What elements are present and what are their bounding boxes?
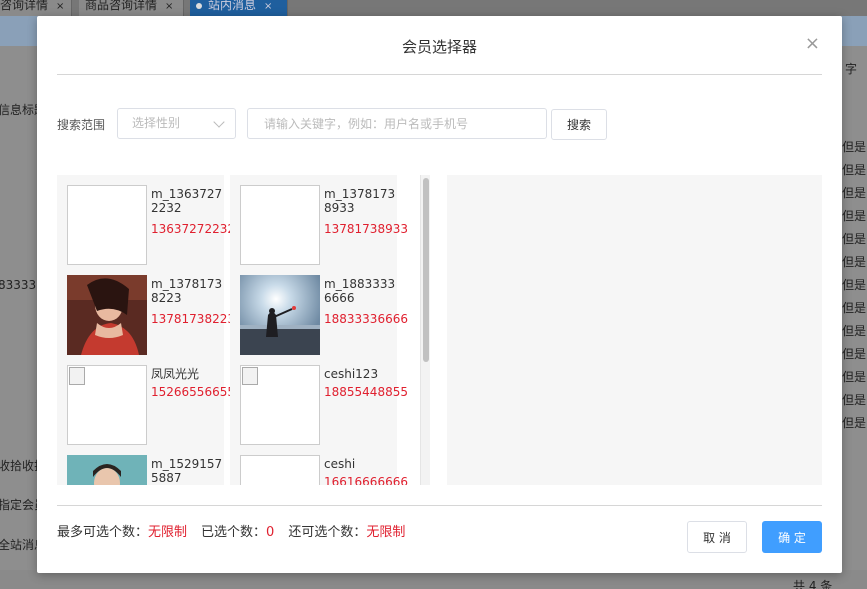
broken-image-icon	[240, 365, 320, 445]
member-phone: 13781738223	[151, 312, 235, 326]
remaining-count-label: 还可选个数：	[288, 525, 367, 540]
member-card[interactable]: 凤凤光光 15266556655	[57, 355, 235, 445]
chevron-down-icon	[213, 116, 225, 128]
member-name: ceshi123	[324, 367, 379, 381]
close-icon[interactable]: ×	[264, 1, 272, 12]
bg-cell: 但是	[842, 255, 867, 269]
bg-cell: 但是	[842, 232, 867, 246]
member-card[interactable]: ceshi 16616666666	[230, 445, 408, 485]
bg-cell: 但是	[842, 370, 867, 384]
bg-tab-consult-detail[interactable]: 咨询详情 ×	[0, 0, 72, 16]
selected-count-value: 0	[266, 525, 275, 540]
member-phone: 15266556655	[151, 385, 235, 399]
member-name: m_13781738223	[151, 277, 223, 305]
close-icon[interactable]: ×	[56, 1, 64, 12]
confirm-button[interactable]: 确 定	[762, 521, 822, 553]
member-phone: 13637272232	[151, 222, 235, 236]
gender-select[interactable]: 选择性别	[117, 108, 236, 139]
avatar	[67, 455, 147, 485]
member-phone: 16616666666	[324, 475, 408, 485]
member-card[interactable]: m_13637272232 13637272232	[57, 175, 235, 265]
member-card[interactable]: m_13781738933 13781738933	[230, 175, 408, 265]
divider	[57, 505, 822, 506]
member-name: m_15291575887	[151, 457, 223, 485]
member-name: m_13781738933	[324, 187, 396, 215]
close-icon[interactable]: ×	[165, 1, 173, 12]
bg-cell: 但是	[842, 278, 867, 292]
selected-count-label: 已选个数：	[201, 525, 267, 540]
member-name: m_13637272232	[151, 187, 223, 215]
active-dot-icon	[196, 2, 202, 9]
member-card[interactable]: m_13781738223 13781738223	[57, 265, 235, 355]
member-name: ceshi	[324, 457, 356, 471]
bg-cell: 但是	[842, 140, 867, 154]
bg-tab-label: 咨询详情	[0, 0, 49, 12]
keyword-search-input[interactable]	[247, 108, 547, 139]
background-tab-bar: 咨询详情 × 商品咨询详情 × 站内消息 ×	[0, 0, 867, 16]
close-icon[interactable]: ×	[805, 35, 820, 53]
bg-cell: 但是	[842, 301, 867, 315]
avatar-photo-woman	[67, 275, 147, 355]
avatar	[240, 275, 320, 355]
avatar	[240, 455, 320, 485]
scrollbar-thumb[interactable]	[423, 178, 429, 362]
selection-counts: 最多可选个数：无限制 已选个数：0 还可选个数：无限制	[57, 521, 405, 540]
bg-tab-goods-consult-detail[interactable]: 商品咨询详情 ×	[79, 0, 184, 16]
bg-total-count: 共 4 条	[793, 579, 833, 589]
bg-tab-label: 站内消息	[208, 0, 257, 12]
avatar	[67, 185, 147, 265]
dialog-title: 会员选择器	[401, 38, 477, 56]
search-button[interactable]: 搜索	[551, 109, 607, 140]
gender-select-placeholder: 选择性别	[132, 116, 181, 130]
bg-search-hint: 字	[845, 62, 858, 76]
bg-cell: 但是	[842, 416, 867, 430]
bg-tab-label: 商品咨询详情	[85, 0, 158, 12]
member-name: 凤凤光光	[151, 367, 200, 381]
avatar	[240, 185, 320, 265]
selected-members-panel	[447, 175, 822, 485]
member-selector-dialog: 会员选择器 × 搜索范围 选择性别 搜索 m_13637272232 13637…	[37, 16, 842, 573]
max-count-value: 无限制	[148, 525, 188, 540]
divider	[57, 74, 822, 75]
bg-cell: 但是	[842, 186, 867, 200]
member-card[interactable]: m_18833336666 18833336666	[230, 265, 408, 355]
member-phone: 18833336666	[324, 312, 408, 326]
member-card[interactable]: m_15291575887	[57, 445, 224, 485]
member-list: m_13637272232 13637272232 m_13781738933 …	[57, 175, 432, 485]
bg-cell: 但是	[842, 347, 867, 361]
member-card[interactable]: ceshi123 18855448855	[230, 355, 408, 445]
avatar	[67, 275, 147, 355]
bg-tab-site-message[interactable]: 站内消息 ×	[190, 0, 288, 16]
broken-image-icon	[67, 365, 147, 445]
avatar-photo-seaside	[240, 275, 320, 355]
cancel-button[interactable]: 取 消	[687, 521, 747, 553]
member-phone: 13781738933	[324, 222, 408, 236]
bg-cell: 但是	[842, 163, 867, 177]
search-scope-label: 搜索范围	[57, 118, 106, 132]
bg-cell: 但是	[842, 209, 867, 223]
bg-cell: 但是	[842, 393, 867, 407]
remaining-count-value: 无限制	[366, 525, 406, 540]
avatar-photo-man	[67, 455, 147, 485]
bg-cell: 但是	[842, 324, 867, 338]
max-count-label: 最多可选个数：	[57, 525, 149, 540]
member-name: m_18833336666	[324, 277, 396, 305]
member-list-scrollbar[interactable]	[420, 175, 430, 485]
member-phone: 18855448855	[324, 385, 408, 399]
